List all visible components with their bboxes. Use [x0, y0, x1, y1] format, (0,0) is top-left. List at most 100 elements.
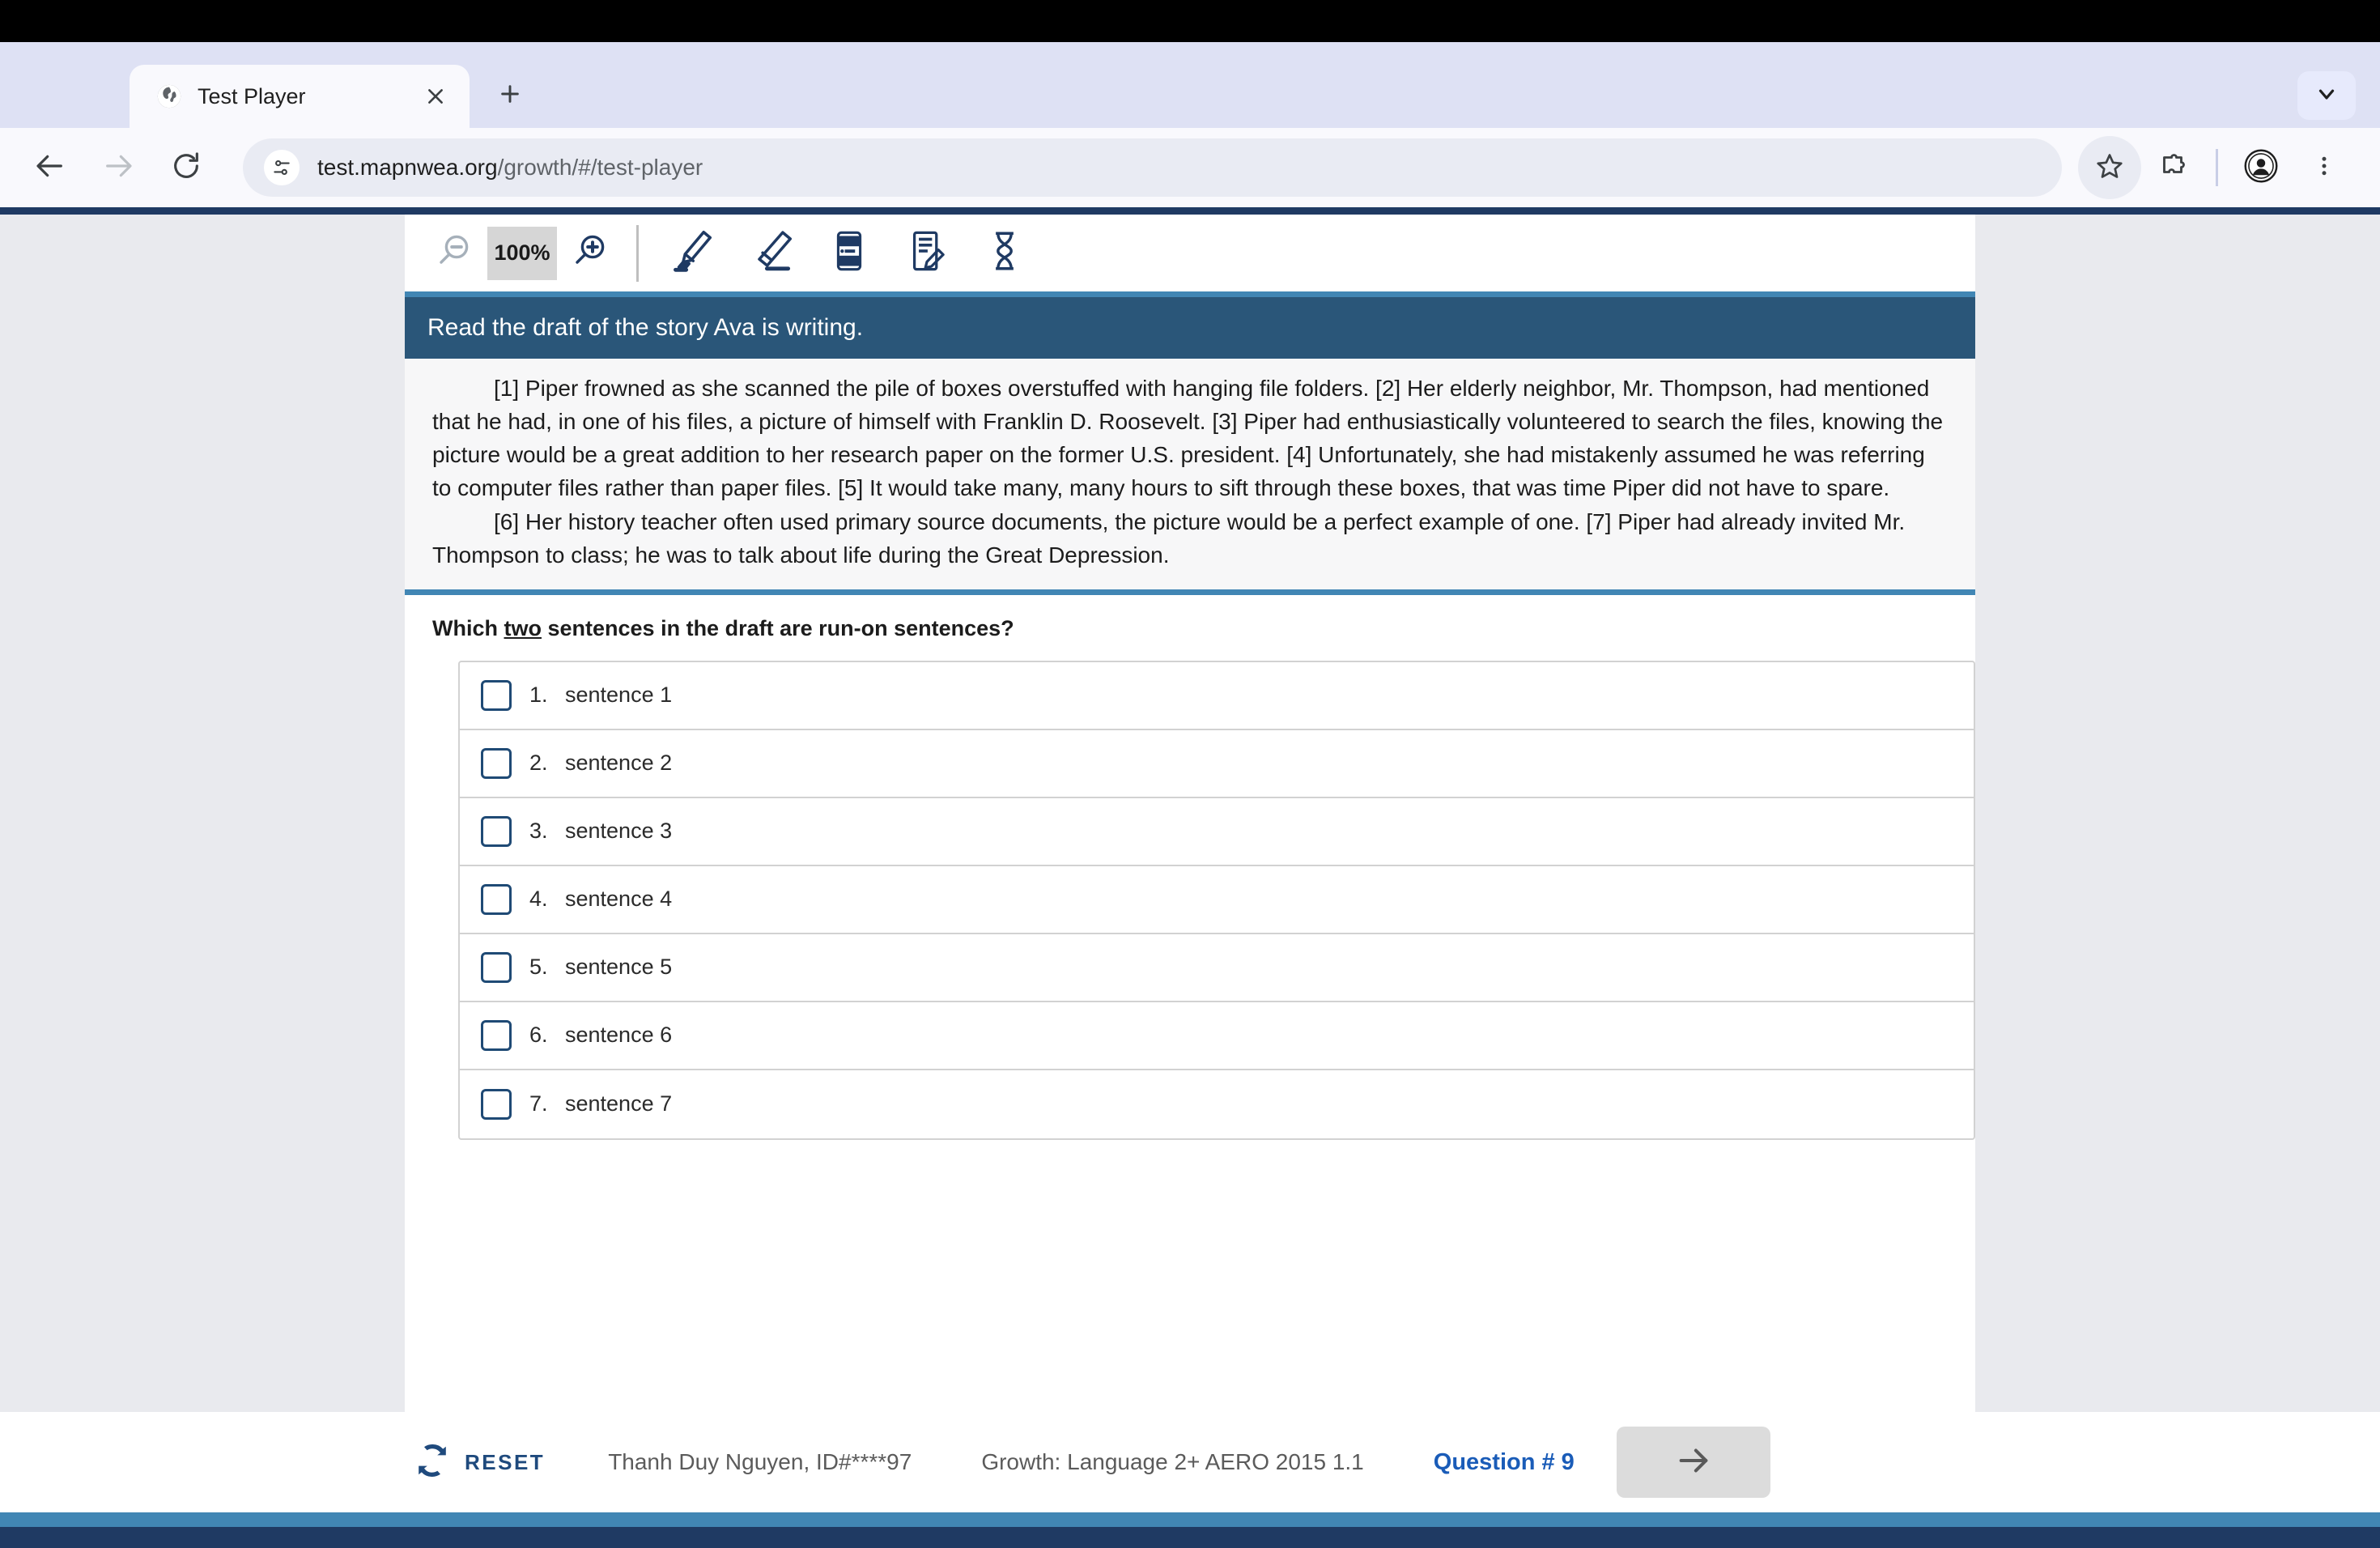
choice-number: 1. [529, 683, 548, 708]
answer-choices-list: 1. sentence 1 2. sentence 2 3. sentence … [458, 660, 1975, 1140]
next-question-button[interactable] [1616, 1427, 1770, 1498]
answer-eliminator-icon [981, 228, 1028, 279]
reset-label: RESET [465, 1449, 546, 1474]
new-tab-button[interactable] [484, 70, 536, 121]
answer-choice-6[interactable]: 6. sentence 6 [460, 1002, 1974, 1070]
passage-paragraph-2: [6] Her history teacher often used prima… [432, 508, 1906, 568]
chevron-down-icon [2314, 82, 2339, 110]
choice-label: sentence 4 [565, 887, 673, 912]
choice-number: 3. [529, 819, 548, 844]
prompt-part-1: Which [432, 615, 504, 640]
choice-number: 4. [529, 887, 548, 912]
highlighter-pen-icon [669, 227, 718, 279]
magnifier-plus-icon [571, 232, 610, 274]
highlighter-tool-button[interactable] [655, 219, 733, 288]
arrow-right-icon [102, 150, 134, 186]
choice-label: sentence 6 [565, 1023, 673, 1048]
stimulus-header: Read the draft of the story Ava is writi… [405, 297, 1975, 359]
reload-icon [170, 150, 202, 186]
answer-choice-7[interactable]: 7. sentence 7 [460, 1070, 1974, 1138]
test-footer: RESET Thanh Duy Nguyen, ID#****97 Growth… [0, 1412, 2380, 1512]
choice-label: sentence 5 [565, 955, 673, 980]
choice-number: 7. [529, 1091, 548, 1116]
answer-choice-1[interactable]: 1. sentence 1 [460, 662, 1974, 730]
address-bar[interactable]: test.mapnwea.org/growth/#/test-player [243, 138, 2062, 197]
stimulus-passage: [1] Piper frowned as she scanned the pil… [405, 359, 1975, 595]
footer-accent-band [0, 1512, 2380, 1527]
globe-icon [155, 83, 183, 110]
browser-menu-button[interactable] [2293, 136, 2356, 199]
notepad-tool-button[interactable] [888, 219, 966, 288]
magnifier-minus-icon [435, 232, 474, 274]
refresh-circular-icon [413, 1441, 452, 1484]
tools-divider [636, 224, 639, 282]
line-reader-icon [826, 228, 873, 279]
choice-label: sentence 1 [565, 683, 673, 708]
eraser-tool-button[interactable] [733, 219, 810, 288]
question-area: Which two sentences in the draft are run… [405, 595, 1975, 1412]
footer-navy-band [0, 1527, 2380, 1548]
bookmark-button[interactable] [2078, 136, 2141, 199]
passage-paragraph-1: [1] Piper frowned as she scanned the pil… [432, 376, 1944, 501]
profile-button[interactable] [2229, 136, 2293, 199]
puzzle-piece-icon [2158, 151, 2187, 185]
prompt-emphasis: two [504, 615, 542, 640]
os-title-bar [0, 0, 2380, 42]
page-viewport: 100% Read the draft of the story Ava is … [0, 207, 2380, 1548]
checkbox-3[interactable] [481, 815, 512, 847]
extensions-button[interactable] [2141, 136, 2204, 199]
choice-number: 5. [529, 955, 548, 980]
checkbox-2[interactable] [481, 747, 512, 779]
checkbox-4[interactable] [481, 883, 512, 915]
prompt-part-2: sentences in the draft are run-on senten… [542, 615, 1014, 640]
tab-strip: Test Player [0, 42, 2380, 128]
choice-number: 6. [529, 1023, 548, 1048]
answer-choice-5[interactable]: 5. sentence 5 [460, 934, 1974, 1002]
test-player-area: 100% Read the draft of the story Ava is … [0, 215, 2380, 1412]
answer-choice-4[interactable]: 4. sentence 4 [460, 866, 1974, 934]
checkbox-7[interactable] [481, 1088, 512, 1120]
reload-button[interactable] [152, 134, 220, 202]
question-counter: Question # 9 [1433, 1448, 1575, 1475]
checkbox-6[interactable] [481, 1019, 512, 1051]
star-icon [2095, 151, 2124, 185]
toolbar-divider [2216, 149, 2218, 186]
tab-search-button[interactable] [2297, 71, 2356, 120]
close-icon[interactable] [419, 80, 452, 113]
checkbox-5[interactable] [481, 951, 512, 983]
zoom-in-button[interactable] [560, 223, 620, 283]
plus-icon [497, 81, 523, 111]
checkbox-1[interactable] [481, 679, 512, 711]
reset-button[interactable]: RESET [413, 1441, 545, 1484]
three-dot-menu-icon [2312, 154, 2336, 182]
choice-label: sentence 3 [565, 819, 673, 844]
arrow-left-icon [34, 150, 66, 186]
forward-button[interactable] [84, 134, 152, 202]
browser-window: Test Player test.mapnwea.org/growth/#/te… [0, 0, 2380, 1548]
arrow-right-icon [1675, 1442, 1712, 1483]
answer-eliminator-tool-button[interactable] [966, 219, 1043, 288]
question-prompt: Which two sentences in the draft are run… [432, 616, 1948, 641]
choice-label: sentence 2 [565, 751, 673, 776]
zoom-level-display: 100% [487, 226, 557, 280]
address-bar-url: test.mapnwea.org/growth/#/test-player [317, 155, 703, 180]
tab-strip-right-controls [2297, 71, 2356, 120]
eraser-icon [747, 227, 796, 279]
answer-choice-2[interactable]: 2. sentence 2 [460, 730, 1974, 798]
tab-title: Test Player [198, 83, 306, 108]
choice-number: 2. [529, 751, 548, 776]
test-content-panel: 100% Read the draft of the story Ava is … [405, 215, 1975, 1412]
answer-choice-3[interactable]: 3. sentence 3 [460, 798, 1974, 866]
test-tools-toolbar: 100% [405, 215, 1975, 297]
zoom-out-button[interactable] [424, 223, 484, 283]
notepad-pencil-icon [903, 228, 950, 279]
profile-avatar-icon [2244, 149, 2278, 187]
choice-label: sentence 7 [565, 1091, 673, 1116]
test-name: Growth: Language 2+ AERO 2015 1.1 [981, 1449, 1364, 1474]
student-info: Thanh Duy Nguyen, ID#****97 [608, 1449, 912, 1474]
back-button[interactable] [16, 134, 84, 202]
browser-toolbar: test.mapnwea.org/growth/#/test-player [0, 128, 2380, 207]
browser-tab-test-player[interactable]: Test Player [130, 65, 470, 128]
line-reader-tool-button[interactable] [810, 219, 888, 288]
site-settings-icon[interactable] [264, 150, 300, 185]
